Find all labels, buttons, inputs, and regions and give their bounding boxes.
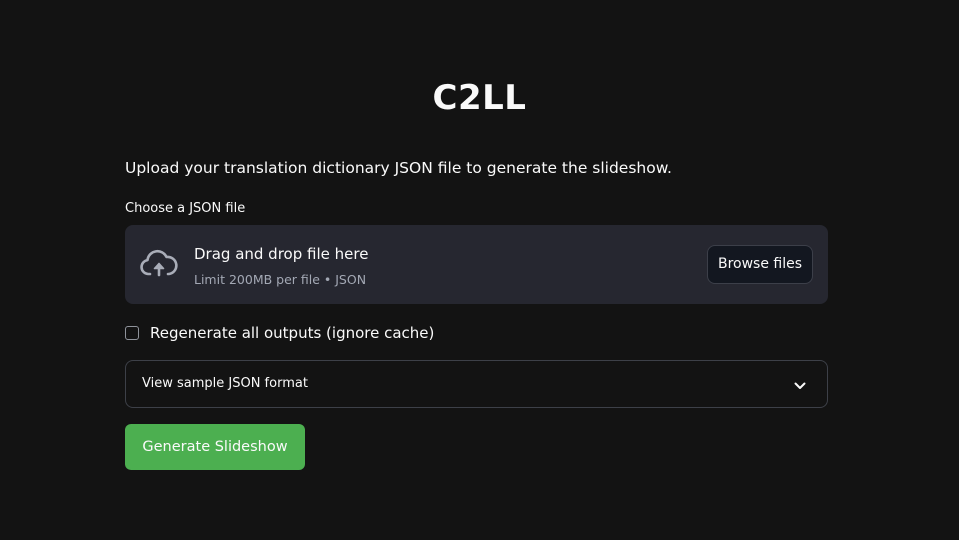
- browse-files-button[interactable]: Browse files: [707, 245, 813, 284]
- expander-label[interactable]: View sample JSON format: [142, 374, 308, 394]
- page-title: C2LL: [432, 78, 527, 118]
- chevron-down-icon[interactable]: [793, 378, 807, 392]
- regenerate-checkbox-row[interactable]: Regenerate all outputs (ignore cache): [125, 322, 434, 344]
- page: C2LL Upload your translation dictionary …: [0, 0, 959, 540]
- file-uploader-label: Choose a JSON file: [125, 201, 246, 216]
- intro-text: Upload your translation dictionary JSON …: [125, 159, 672, 177]
- dropzone-limit-text: Limit 200MB per file • JSON: [194, 272, 367, 287]
- generate-slideshow-button[interactable]: Generate Slideshow: [125, 424, 305, 470]
- sample-json-expander[interactable]: View sample JSON format: [125, 360, 828, 408]
- regenerate-checkbox[interactable]: [125, 326, 139, 340]
- dropzone-instructions: Drag and drop file here: [194, 245, 369, 263]
- cloud-upload-icon: [139, 247, 179, 281]
- regenerate-checkbox-label[interactable]: Regenerate all outputs (ignore cache): [150, 322, 434, 344]
- file-dropzone[interactable]: Drag and drop file here Limit 200MB per …: [125, 225, 828, 304]
